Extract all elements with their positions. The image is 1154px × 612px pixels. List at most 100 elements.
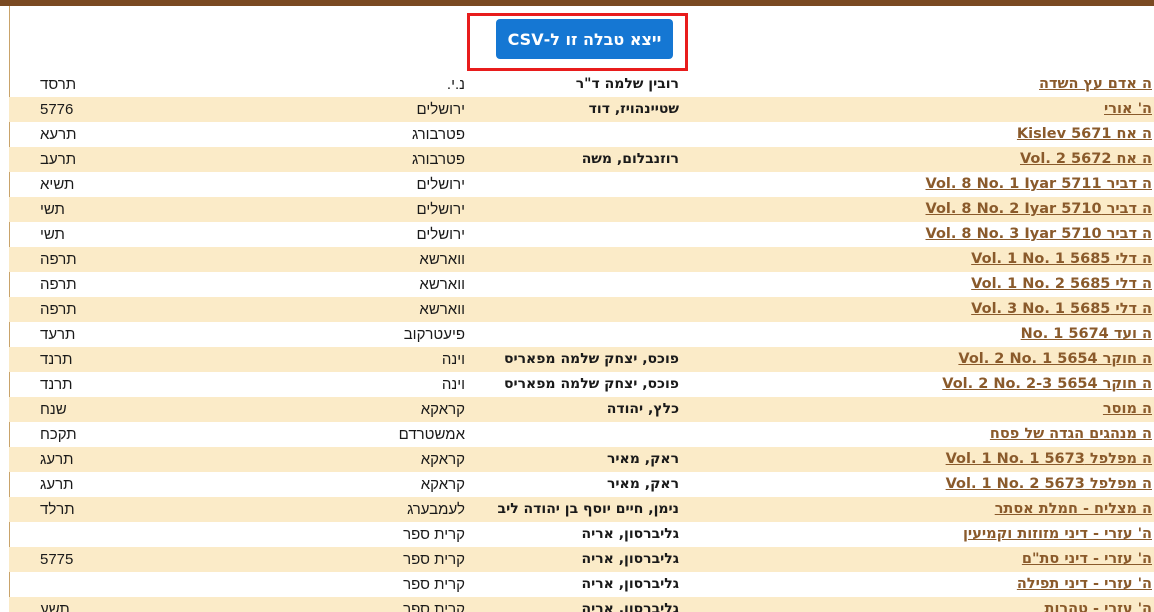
place-cell: פטרבורג — [412, 126, 465, 143]
table-row: ה' עזרי - דיני תפילה גליברסון, אריה קרית ס… — [0, 572, 1154, 597]
year-cell: תרנד — [40, 351, 73, 368]
title-link[interactable]: ה' אורי — [1104, 101, 1152, 117]
title-cell: ה' עזרי - דיני תפילה — [1017, 572, 1152, 597]
year-cell: תקכח — [40, 426, 77, 443]
year-cell: תרסד — [40, 76, 77, 93]
title-link[interactable]: ה מנהגים הגדה של פסח — [990, 426, 1152, 442]
title-link[interactable]: ה מוסר — [1103, 401, 1152, 417]
title-link[interactable]: ה דביר Vol. 8 No. 3 Iyar 5710 — [926, 226, 1152, 242]
year-cell: תרנד — [40, 376, 73, 393]
title-link[interactable]: ה' עזרי - טהרות — [1045, 601, 1152, 612]
table-row: ה אדם עץ השדה רובין שלמה ד"ר נ.י. תרסד — [0, 72, 1154, 97]
title-cell: ה מוסר — [1103, 397, 1152, 422]
title-link[interactable]: ה אדם עץ השדה — [1039, 76, 1152, 92]
year-cell: תרעג — [40, 476, 74, 493]
author-cell: רוזנבלום, משה — [581, 151, 679, 167]
place-cell: קראקא — [420, 451, 465, 468]
author-cell: שטיינהויז, דוד — [588, 101, 679, 117]
title-link[interactable]: ה' עזרי - דיני תפילה — [1017, 576, 1152, 592]
place-cell: ירושלים — [416, 176, 465, 193]
table-row: ה מפלפל Vol. 1 No. 2 5673 ראק, מאיר קראקא ת… — [0, 472, 1154, 497]
title-link[interactable]: ה דביר Vol. 8 No. 2 Iyar 5710 — [926, 201, 1152, 217]
title-cell: ה דביר Vol. 8 No. 3 Iyar 5710 — [926, 222, 1152, 247]
year-cell: 5775 — [40, 551, 74, 568]
title-link[interactable]: ה דלי Vol. 3 No. 1 5685 — [971, 301, 1152, 317]
table-row: ה מפלפל Vol. 1 No. 1 5673 ראק, מאיר קראקא ת… — [0, 447, 1154, 472]
author-cell: נימן, חיים יוסף בן יהודה ליב — [497, 501, 679, 517]
year-cell: תרעא — [40, 126, 77, 143]
table-row: ה דלי Vol. 1 No. 1 5685 ווארשא תרפה — [0, 247, 1154, 272]
title-cell: ה דלי Vol. 3 No. 1 5685 — [971, 297, 1152, 322]
year-cell: תרעג — [40, 451, 74, 468]
table-row: ה מצליח - חמלת אסתר נימן, חיים יוסף בן יה… — [0, 497, 1154, 522]
title-cell: ה דביר Vol. 8 No. 2 Iyar 5710 — [926, 197, 1152, 222]
year-cell: שנח — [40, 401, 67, 418]
place-cell: ירושלים — [416, 101, 465, 118]
title-link[interactable]: ה דלי Vol. 1 No. 1 5685 — [971, 251, 1152, 267]
year-cell: 5776 — [40, 101, 74, 118]
table-row: ה ועד No. 1 5674 פיעטרקוב תרעד — [0, 322, 1154, 347]
title-link[interactable]: ה דלי Vol. 1 No. 2 5685 — [971, 276, 1152, 292]
place-cell: קרית ספר — [403, 551, 465, 568]
title-cell: ה' עזרי - דיני מזוזות וקמיעין — [963, 522, 1152, 547]
export-csv-button[interactable]: ייצא טבלה זו ל-CSV — [496, 19, 673, 59]
place-cell: ווארשא — [419, 301, 465, 318]
table-row: ה מוסר כלץ, יהודה קראקא שנח — [0, 397, 1154, 422]
place-cell: ווארשא — [419, 251, 465, 268]
title-cell: ה מצליח - חמלת אסתר — [995, 497, 1152, 522]
place-cell: פיעטרקוב — [403, 326, 465, 343]
title-link[interactable]: ה אח Vol. 2 5672 — [1020, 151, 1152, 167]
table-row: ה דביר Vol. 8 No. 3 Iyar 5710 ירושלים תשי — [0, 222, 1154, 247]
title-link[interactable]: ה ועד No. 1 5674 — [1021, 326, 1152, 342]
author-cell: גליברסון, אריה — [581, 551, 680, 567]
table-row: ה' עזרי - דיני סת"ם גליברסון, אריה קרית ספ… — [0, 547, 1154, 572]
table-row: ה אח Vol. 2 5672 רוזנבלום, משה פטרבורג תרעב — [0, 147, 1154, 172]
title-cell: ה חוקר Vol. 2 No. 2-3 5654 — [942, 372, 1152, 397]
table-row: ה מנהגים הגדה של פסח אמשטרדם תקכח — [0, 422, 1154, 447]
table-row: ה אח Kislev 5671 פטרבורג תרעא — [0, 122, 1154, 147]
author-cell: רובין שלמה ד"ר — [575, 76, 679, 92]
place-cell: אמשטרדם — [398, 426, 465, 443]
author-cell: כלץ, יהודה — [606, 401, 679, 417]
results-table: ה אדם עץ השדה רובין שלמה ד"ר נ.י. תרסד ה' או… — [0, 72, 1154, 612]
place-cell: פטרבורג — [412, 151, 465, 168]
page: ייצא טבלה זו ל-CSV ה אדם עץ השדה רובין של… — [0, 0, 1154, 612]
year-cell: תרלד — [40, 501, 75, 518]
title-link[interactable]: ה מצליח - חמלת אסתר — [995, 501, 1152, 517]
year-cell: תרפה — [40, 276, 77, 293]
title-link[interactable]: ה' עזרי - דיני מזוזות וקמיעין — [963, 526, 1152, 542]
table-row: ה' אורי שטיינהויז, דוד ירושלים 5776 — [0, 97, 1154, 122]
title-cell: ה אדם עץ השדה — [1039, 72, 1152, 97]
title-cell: ה חוקר Vol. 2 No. 1 5654 — [958, 347, 1152, 372]
author-cell: פוכס, יצחק שלמה מפאריס — [503, 351, 679, 367]
title-cell: ה דביר Vol. 8 No. 1 Iyar 5711 — [926, 172, 1152, 197]
year-cell: תשי — [40, 201, 65, 218]
table-row: ה דביר Vol. 8 No. 2 Iyar 5710 ירושלים תשי — [0, 197, 1154, 222]
title-cell: ה מפלפל Vol. 1 No. 2 5673 — [946, 472, 1152, 497]
table-row: ה דביר Vol. 8 No. 1 Iyar 5711 ירושלים תשיא — [0, 172, 1154, 197]
place-cell: ווארשא — [419, 276, 465, 293]
place-cell: לעמבערג — [407, 501, 465, 518]
title-link[interactable]: ה חוקר Vol. 2 No. 1 5654 — [958, 351, 1152, 367]
title-link[interactable]: ה מפלפל Vol. 1 No. 1 5673 — [946, 451, 1152, 467]
table-row: ה דלי Vol. 1 No. 2 5685 ווארשא תרפה — [0, 272, 1154, 297]
author-cell: גליברסון, אריה — [581, 576, 680, 592]
place-cell: וינה — [441, 376, 465, 393]
place-cell: וינה — [441, 351, 465, 368]
title-link[interactable]: ה מפלפל Vol. 1 No. 2 5673 — [946, 476, 1152, 492]
title-cell: ה' אורי — [1104, 97, 1152, 122]
author-cell: גליברסון, אריה — [581, 601, 680, 612]
year-cell: תרעד — [40, 326, 76, 343]
title-link[interactable]: ה אח Kislev 5671 — [1017, 126, 1152, 142]
place-cell: קראקא — [420, 401, 465, 418]
title-link[interactable]: ה' עזרי - דיני סת"ם — [1022, 551, 1152, 567]
title-link[interactable]: ה חוקר Vol. 2 No. 2-3 5654 — [942, 376, 1152, 392]
year-cell: תרפה — [40, 301, 77, 318]
table-row: ה דלי Vol. 3 No. 1 5685 ווארשא תרפה — [0, 297, 1154, 322]
table-row: ה חוקר Vol. 2 No. 2-3 5654 פוכס, יצחק שלמ… — [0, 372, 1154, 397]
title-cell: ה אח Kislev 5671 — [1017, 122, 1152, 147]
title-link[interactable]: ה דביר Vol. 8 No. 1 Iyar 5711 — [926, 176, 1152, 192]
table-row: ה' עזרי - טהרות גליברסון, אריה קרית ספר תשע — [0, 597, 1154, 612]
title-cell: ה דלי Vol. 1 No. 1 5685 — [971, 247, 1152, 272]
title-cell: ה' עזרי - דיני סת"ם — [1022, 547, 1152, 572]
